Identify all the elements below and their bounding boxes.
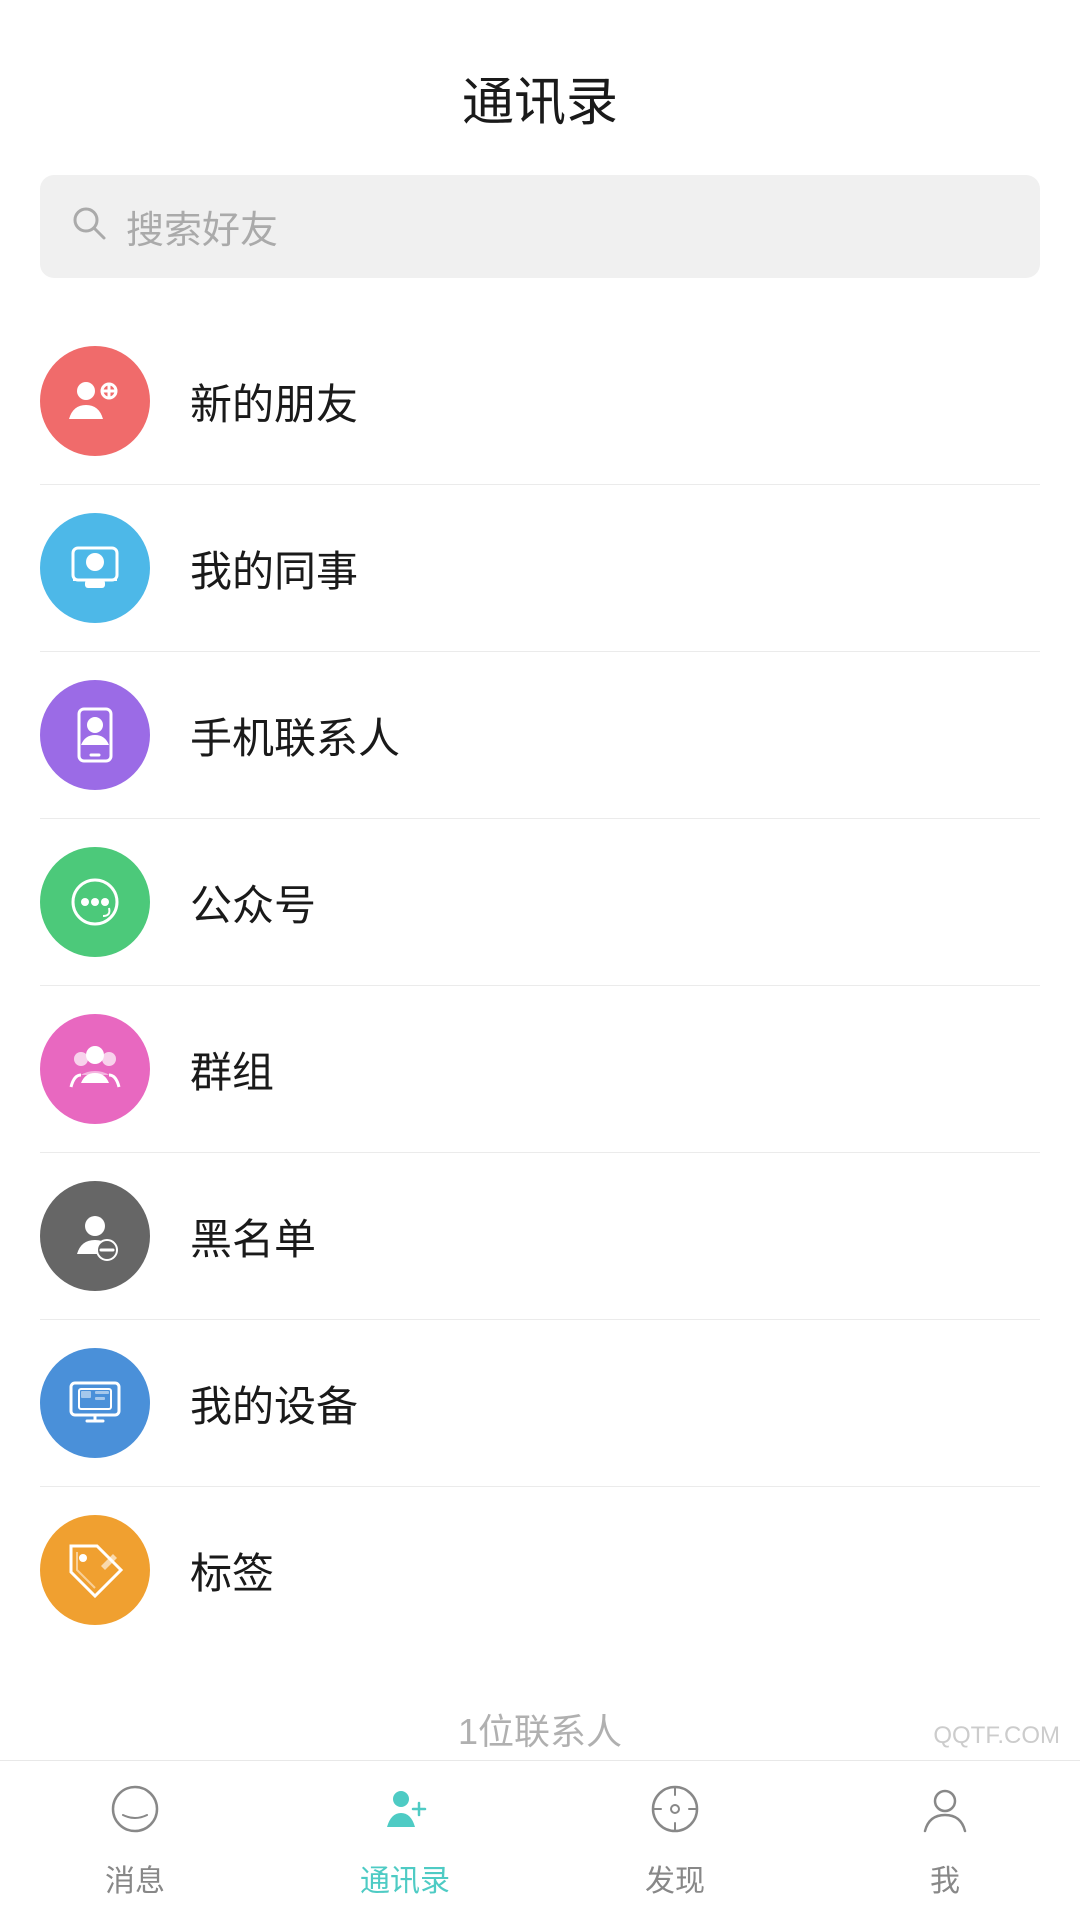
list-item-new-friends[interactable]: 新的朋友 [40, 318, 1040, 485]
new-friends-icon [40, 346, 150, 456]
messages-icon [107, 1781, 163, 1846]
page-title: 通讯录 [0, 60, 1080, 135]
me-nav-label: 我 [930, 1856, 960, 1900]
colleagues-icon [40, 513, 150, 623]
list-item-tags[interactable]: 标签 [40, 1487, 1040, 1653]
nav-item-discover[interactable]: 发现 [540, 1781, 810, 1900]
nav-item-contacts[interactable]: 通讯录 [270, 1781, 540, 1900]
search-bar-wrapper: 搜索好友 [0, 175, 1080, 318]
discover-nav-label: 发现 [645, 1856, 705, 1900]
nav-item-messages[interactable]: 消息 [0, 1781, 270, 1900]
blacklist-icon [40, 1181, 150, 1291]
bottom-nav: 消息 通讯录 发现 [0, 1760, 1080, 1920]
messages-nav-label: 消息 [105, 1856, 165, 1900]
watermark: QQTF.COM [933, 1722, 1060, 1750]
official-accounts-icon [40, 847, 150, 957]
discover-icon [647, 1781, 703, 1846]
list-item-official-accounts[interactable]: 公众号 [40, 819, 1040, 986]
contact-list: 新的朋友 我的同事 手机联系人 [0, 318, 1080, 1653]
phone-contacts-icon [40, 680, 150, 790]
list-item-phone-contacts[interactable]: 手机联系人 [40, 652, 1040, 819]
new-friends-label: 新的朋友 [190, 371, 358, 432]
tags-label: 标签 [190, 1540, 274, 1601]
search-icon [70, 204, 108, 249]
tags-icon [40, 1515, 150, 1625]
phone-contacts-label: 手机联系人 [190, 705, 400, 766]
blacklist-label: 黑名单 [190, 1206, 316, 1267]
official-accounts-label: 公众号 [190, 872, 316, 933]
search-placeholder: 搜索好友 [126, 199, 278, 254]
my-devices-label: 我的设备 [190, 1373, 358, 1434]
nav-item-me[interactable]: 我 [810, 1781, 1080, 1900]
me-icon [917, 1781, 973, 1846]
list-item-groups[interactable]: 群组 [40, 986, 1040, 1153]
list-item-colleagues[interactable]: 我的同事 [40, 485, 1040, 652]
list-item-my-devices[interactable]: 我的设备 [40, 1320, 1040, 1487]
page-header: 通讯录 [0, 0, 1080, 175]
contacts-icon [377, 1781, 433, 1846]
colleagues-label: 我的同事 [190, 538, 358, 599]
groups-icon [40, 1014, 150, 1124]
search-bar[interactable]: 搜索好友 [40, 175, 1040, 278]
groups-label: 群组 [190, 1039, 274, 1100]
contacts-nav-label: 通讯录 [360, 1856, 450, 1900]
list-item-blacklist[interactable]: 黑名单 [40, 1153, 1040, 1320]
my-devices-icon [40, 1348, 150, 1458]
